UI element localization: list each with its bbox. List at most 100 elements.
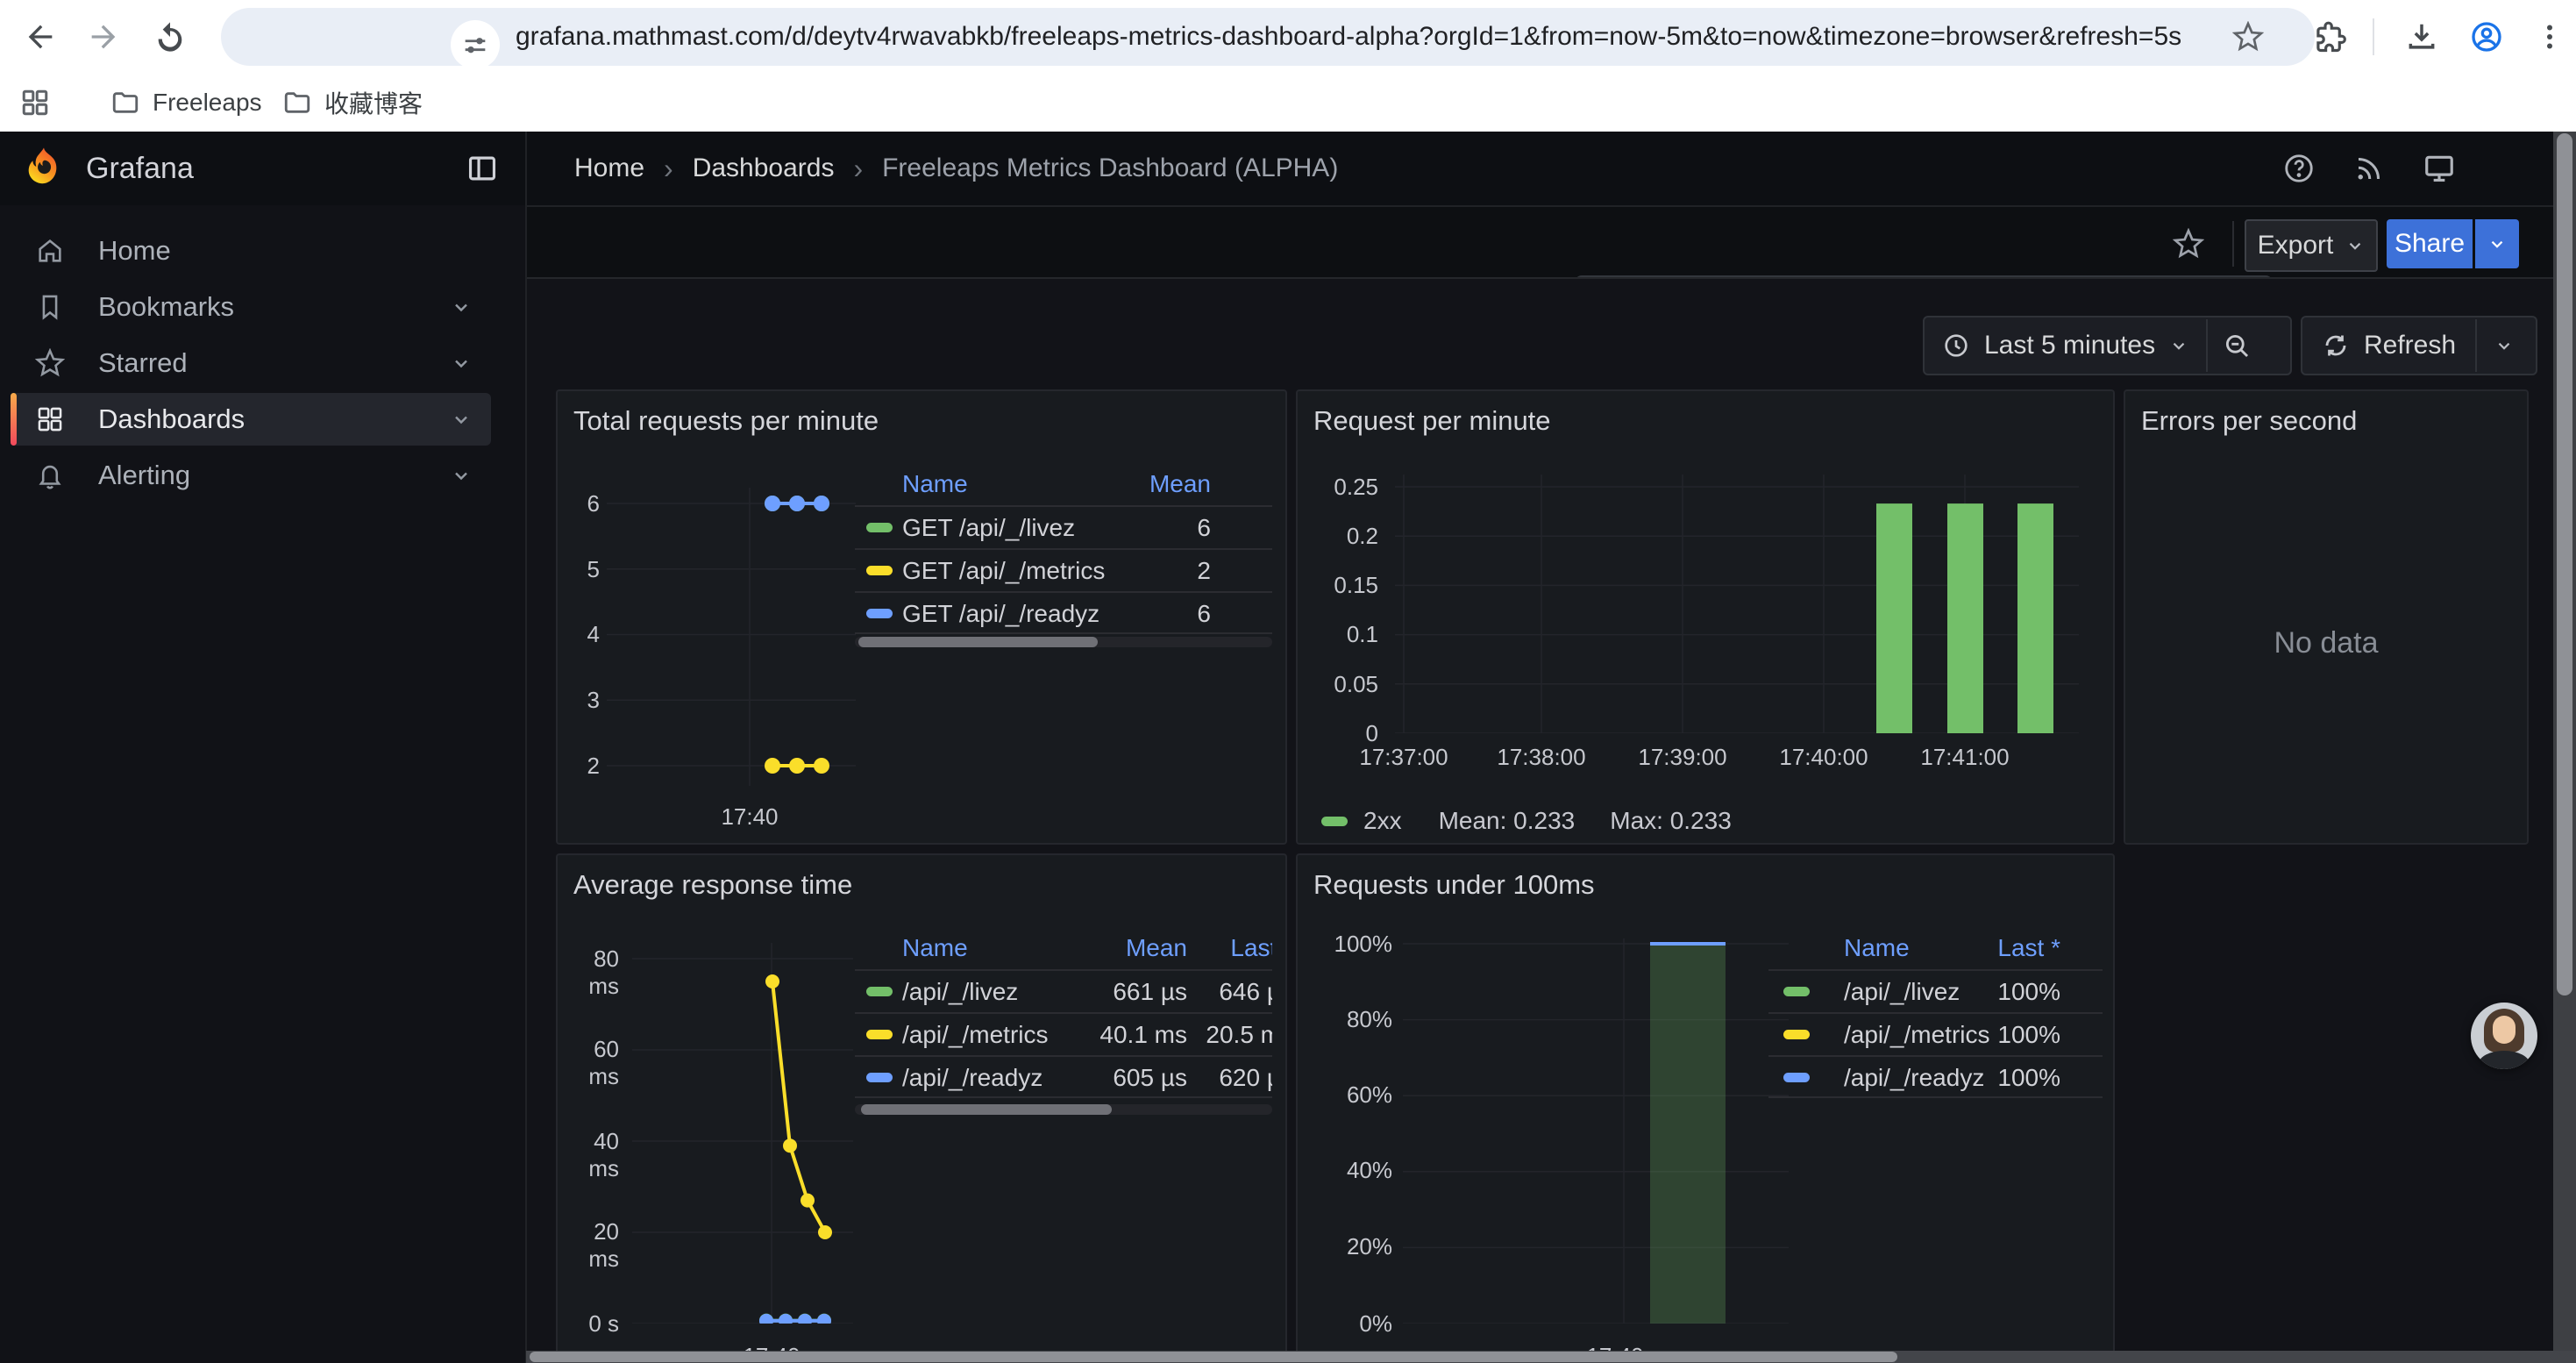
series-name[interactable]: GET /api/_/readyz xyxy=(902,600,1099,628)
table-row[interactable]: /api/_/livez 100% xyxy=(1768,971,2103,1012)
table-row[interactable]: /api/_/readyz 100% xyxy=(1768,1057,2103,1098)
table-row[interactable]: GET /api/_/readyz 6 xyxy=(855,593,1272,634)
sidebar-item-bookmarks[interactable]: Bookmarks xyxy=(11,281,491,333)
extensions-icon[interactable] xyxy=(2306,12,2355,61)
chevron-down-icon[interactable] xyxy=(451,353,472,374)
grafana-logo[interactable] xyxy=(21,145,67,190)
share-menu-button[interactable] xyxy=(2475,219,2519,268)
series-name[interactable]: /api/_/metrics xyxy=(902,1021,1049,1049)
table-row[interactable]: /api/_/metrics 40.1 ms 20.5 ms xyxy=(855,1014,1272,1055)
floating-assistant-avatar[interactable] xyxy=(2471,1003,2537,1069)
sidebar-item-alerting[interactable]: Alerting xyxy=(11,449,491,502)
panel-title[interactable]: Request per minute xyxy=(1313,405,1551,437)
panel-total-requests[interactable]: Total requests per minute 6 5 4 3 2 17:4… xyxy=(556,389,1287,845)
chevron-down-icon[interactable] xyxy=(451,409,472,430)
url-text[interactable]: grafana.mathmast.com/d/deytv4rwavabkb/fr… xyxy=(516,8,2181,66)
series-color-pill xyxy=(866,1073,893,1082)
legend-series[interactable]: 2xx xyxy=(1363,807,1402,835)
star-dashboard-icon[interactable] xyxy=(2164,219,2213,268)
news-rss-icon[interactable] xyxy=(2345,144,2394,193)
breadcrumb-separator: › xyxy=(853,153,863,185)
panel-title[interactable]: Requests under 100ms xyxy=(1313,869,1595,901)
panel-requests-under-100ms[interactable]: Requests under 100ms 100% 80% 60% 40% 20… xyxy=(1296,853,2115,1363)
x-tick: 17:41:00 xyxy=(1895,744,2035,771)
panel-errors-per-second[interactable]: Errors per second No data xyxy=(2124,389,2529,845)
legend-scrollbar[interactable] xyxy=(855,637,1272,647)
y-tick: 0.1 xyxy=(1305,621,1378,648)
share-button[interactable]: Share xyxy=(2387,219,2473,268)
breadcrumb-dashboards[interactable]: Dashboards xyxy=(693,153,835,183)
table-row[interactable]: /api/_/readyz 605 µs 620 µs xyxy=(855,1057,1272,1098)
legend[interactable]: 2xx Mean: 0.233 Max: 0.233 xyxy=(1321,807,1732,835)
chevron-down-icon[interactable] xyxy=(451,465,472,486)
refresh-interval-button[interactable] xyxy=(2477,318,2531,374)
legend-table: Name Mean GET /api/_/livez 6 GET /api/_/… xyxy=(855,465,1272,651)
column-header-mean[interactable]: Mean xyxy=(1149,470,1211,502)
help-icon[interactable] xyxy=(2274,144,2323,193)
column-header-last[interactable]: Last * xyxy=(1997,934,2060,966)
sidebar-item-label: Alerting xyxy=(98,460,451,491)
refresh-label: Refresh xyxy=(2364,331,2456,360)
series-name[interactable]: GET /api/_/livez xyxy=(902,514,1075,542)
reload-icon[interactable] xyxy=(146,12,195,61)
sidebar-item-home[interactable]: Home xyxy=(11,225,491,277)
panel-avg-response-time[interactable]: Average response time 80 ms 60 ms 40 ms … xyxy=(556,853,1287,1363)
zoom-out-button[interactable] xyxy=(2208,318,2266,374)
export-button[interactable]: Export xyxy=(2245,219,2378,272)
avatar-face xyxy=(2493,1016,2516,1044)
column-header-last[interactable]: Last * xyxy=(1230,934,1272,966)
sidebar-item-label: Starred xyxy=(98,347,451,379)
series-name[interactable]: /api/_/readyz xyxy=(902,1064,1042,1092)
horizontal-scrollbar-thumb[interactable] xyxy=(530,1352,1897,1362)
monitor-icon[interactable] xyxy=(2415,144,2464,193)
browser-menu-icon[interactable] xyxy=(2525,12,2574,61)
y-tick: 40 ms xyxy=(558,1128,619,1182)
panel-title[interactable]: Errors per second xyxy=(2141,405,2357,437)
url-bar[interactable]: grafana.mathmast.com/d/deytv4rwavabkb/fr… xyxy=(221,8,2315,66)
panel-request-per-minute[interactable]: Request per minute 0.25 0.2 0.15 0.1 0.0… xyxy=(1296,389,2115,845)
column-header-name[interactable]: Name xyxy=(902,934,968,966)
downloads-icon[interactable] xyxy=(2397,12,2446,61)
chevron-down-icon[interactable] xyxy=(451,296,472,318)
sidebar-item-starred[interactable]: Starred xyxy=(11,337,491,389)
vertical-scrollbar-thumb[interactable] xyxy=(2557,133,2572,995)
table-row[interactable]: /api/_/metrics 100% xyxy=(1768,1014,2103,1055)
timeseries-plot[interactable] xyxy=(607,488,856,786)
column-header-mean[interactable]: Mean xyxy=(1126,934,1187,966)
panel-title[interactable]: Total requests per minute xyxy=(573,405,879,437)
legend-scrollbar[interactable] xyxy=(855,1104,1272,1115)
column-header-name[interactable]: Name xyxy=(1844,934,1910,966)
sidebar-item-dashboards[interactable]: Dashboards xyxy=(11,393,491,446)
panel-title[interactable]: Average response time xyxy=(573,869,852,901)
series-name[interactable]: /api/_/metrics xyxy=(1844,1021,1990,1049)
time-range-picker[interactable]: Last 5 minutes xyxy=(1925,318,2206,374)
area-plot[interactable] xyxy=(1403,938,1789,1324)
series-name[interactable]: /api/_/livez xyxy=(1844,978,1960,1006)
back-icon[interactable] xyxy=(16,12,65,61)
table-row[interactable]: GET /api/_/livez 6 xyxy=(855,507,1272,548)
bookmark-folder-blogs[interactable]: 收藏博客 xyxy=(270,80,435,125)
y-tick: 0.05 xyxy=(1305,671,1378,698)
y-tick: 100% xyxy=(1315,931,1392,958)
site-settings-icon[interactable] xyxy=(451,20,500,69)
bar-plot[interactable] xyxy=(1395,475,2079,733)
profile-icon[interactable] xyxy=(2462,12,2511,61)
column-header-name[interactable]: Name xyxy=(902,470,968,502)
bookmark-folder-freeleaps[interactable]: Freeleaps xyxy=(98,80,274,125)
y-tick: 60 ms xyxy=(558,1036,619,1090)
table-row[interactable]: GET /api/_/metrics 2 xyxy=(855,550,1272,591)
series-name[interactable]: /api/_/readyz xyxy=(1844,1064,1984,1092)
brand-name[interactable]: Grafana xyxy=(86,132,194,205)
breadcrumb-home[interactable]: Home xyxy=(574,153,644,183)
timeseries-plot[interactable] xyxy=(632,943,853,1324)
apps-grid-icon[interactable] xyxy=(11,78,60,127)
forward-icon[interactable] xyxy=(79,12,128,61)
refresh-button[interactable]: Refresh xyxy=(2302,318,2475,374)
series-name[interactable]: /api/_/livez xyxy=(902,978,1018,1006)
no-data-message: No data xyxy=(2125,626,2527,660)
table-row[interactable]: /api/_/livez 661 µs 646 µs xyxy=(855,971,1272,1012)
series-name[interactable]: GET /api/_/metrics xyxy=(902,557,1105,585)
series-color-pill xyxy=(1783,1073,1810,1082)
bookmark-star-icon[interactable] xyxy=(2224,12,2273,61)
sidebar-toggle-icon[interactable] xyxy=(458,144,507,193)
